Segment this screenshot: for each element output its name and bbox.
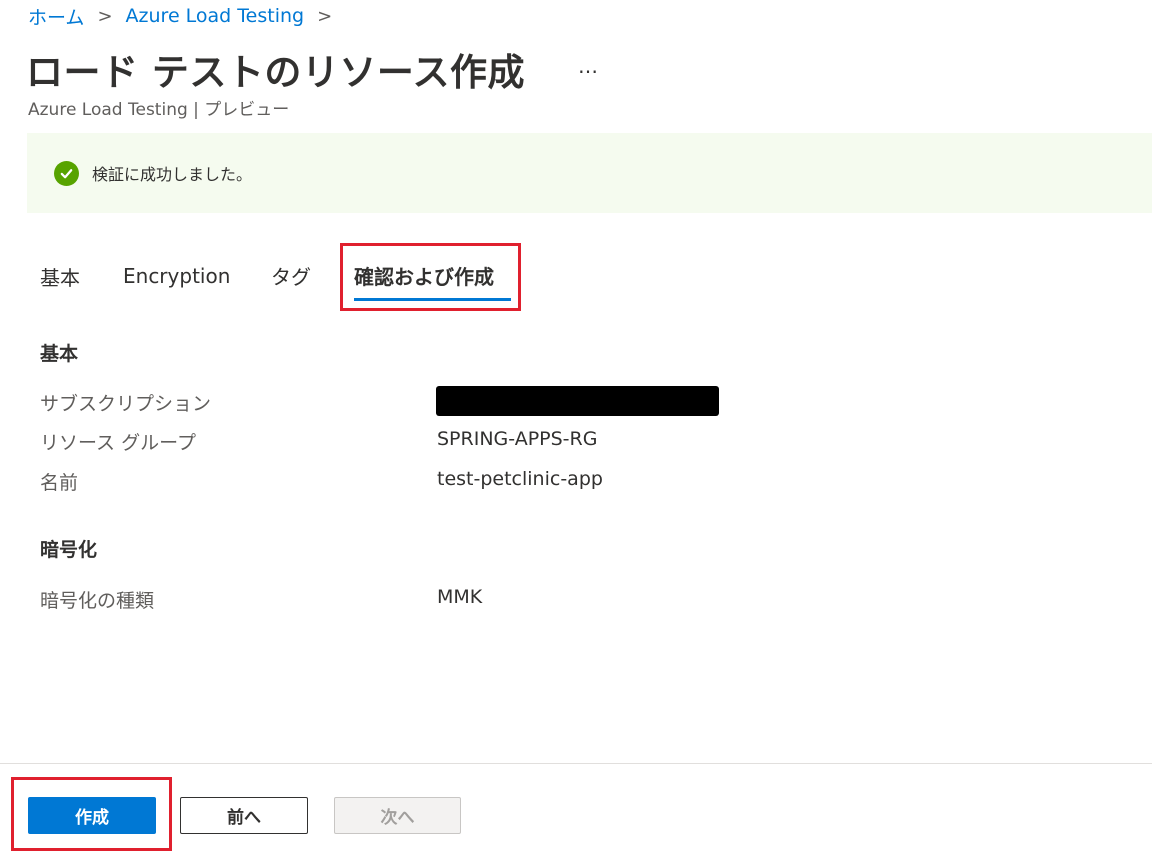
resource-group-label: リソース グループ — [40, 432, 196, 454]
breadcrumb: ホーム > Azure Load Testing > — [28, 2, 345, 30]
next-button[interactable]: 次へ — [334, 797, 461, 834]
page-title: ロード テストのリソース作成 — [26, 51, 526, 94]
highlight-box-tab — [340, 243, 521, 311]
breadcrumb-separator: > — [317, 5, 333, 27]
validation-success-banner: 検証に成功しました。 — [27, 133, 1152, 213]
previous-button[interactable]: 前へ — [180, 797, 308, 834]
name-label: 名前 — [40, 472, 79, 494]
tab-tags[interactable]: タグ — [271, 261, 311, 290]
encryption-type-value: MMK — [437, 586, 483, 608]
name-value: test-petclinic-app — [437, 468, 603, 490]
encryption-type-label: 暗号化の種類 — [40, 590, 155, 612]
tab-encryption[interactable]: Encryption — [123, 264, 230, 288]
breadcrumb-home-link[interactable]: ホーム — [28, 3, 84, 30]
highlight-box-create — [11, 777, 172, 851]
breadcrumb-service-link[interactable]: Azure Load Testing — [126, 5, 305, 27]
more-options-button[interactable]: … — [572, 52, 604, 80]
page: ホーム > Azure Load Testing > ロード テストのリソース作… — [0, 0, 1152, 852]
section-heading-encryption: 暗号化 — [40, 539, 98, 561]
tab-basics[interactable]: 基本 — [40, 262, 80, 291]
checkmark-icon — [54, 160, 79, 186]
banner-message: 検証に成功しました。 — [92, 165, 253, 184]
resource-group-value: SPRING-APPS-RG — [437, 428, 598, 450]
breadcrumb-separator: > — [97, 5, 113, 27]
subscription-value-redacted — [436, 386, 719, 416]
footer-divider — [0, 763, 1152, 764]
subscription-label: サブスクリプション — [40, 393, 212, 415]
page-subtitle: Azure Load Testing | プレビュー — [28, 100, 290, 120]
section-heading-basics: 基本 — [40, 343, 79, 365]
